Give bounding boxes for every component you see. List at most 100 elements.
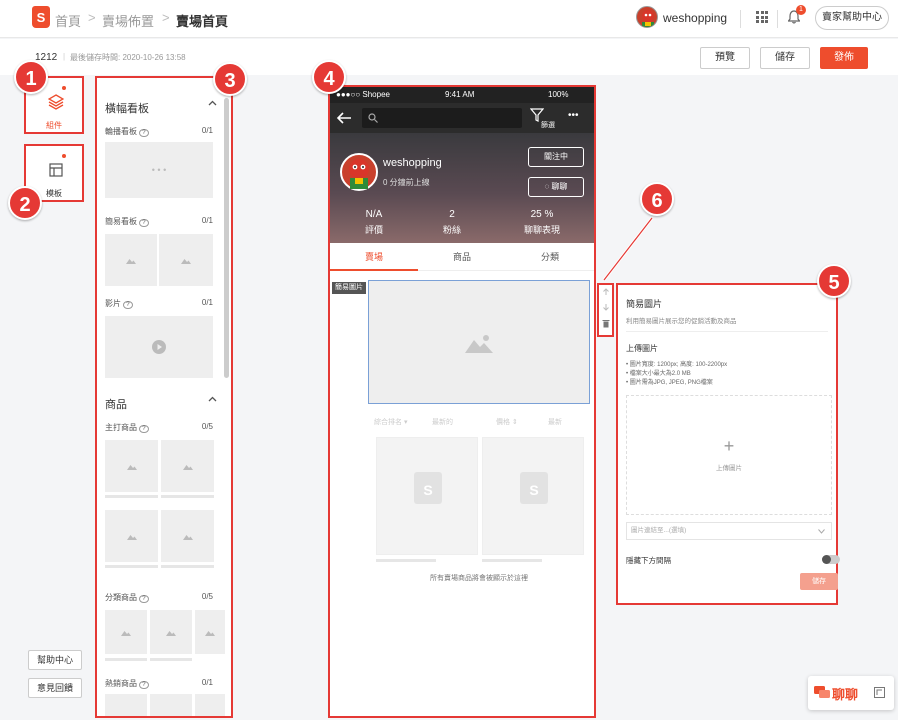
help-icon[interactable]: ? <box>139 219 149 227</box>
shop-name: weshopping <box>383 157 442 169</box>
save-button[interactable]: 儲存 <box>760 47 810 69</box>
simple-image-component[interactable] <box>368 280 590 404</box>
help-icon[interactable]: ? <box>139 425 149 433</box>
component-count: 0/1 <box>201 126 213 135</box>
breadcrumb-home[interactable]: 首頁 <box>55 11 81 30</box>
publish-button[interactable]: 發佈 <box>820 47 868 69</box>
feedback-button[interactable]: 意見回饋 <box>28 678 82 698</box>
component-simple-thumb[interactable] <box>105 234 157 286</box>
notification-badge: 1 <box>796 5 806 15</box>
move-down-icon[interactable] <box>602 303 610 311</box>
component-category-thumb[interactable] <box>105 610 147 654</box>
sort-latest[interactable]: 最新的 <box>432 417 453 427</box>
expand-window-icon[interactable] <box>874 687 885 698</box>
shop-mascot-icon <box>349 159 369 189</box>
chat-button-label: 聊聊 <box>551 182 568 191</box>
component-featured-label: 主打商品 ? <box>105 422 149 433</box>
component-bestseller-thumb[interactable] <box>195 694 225 716</box>
placeholder-line <box>105 565 158 568</box>
breadcrumb-separator: > <box>88 10 96 25</box>
new-dot <box>62 154 66 158</box>
image-icon <box>121 631 131 636</box>
component-featured-thumb[interactable] <box>105 440 158 492</box>
callout-2: 2 <box>8 186 42 220</box>
component-category-thumb[interactable] <box>150 610 192 654</box>
component-count: 0/5 <box>201 422 213 431</box>
image-link-select[interactable]: 圖片連結至...(選填) <box>626 522 832 540</box>
chevron-up-icon[interactable] <box>208 396 217 402</box>
upload-spec: • 檔案大小最大為2.0 MB <box>626 371 691 377</box>
breadcrumb-shop-decoration[interactable]: 賣場佈置 <box>102 11 154 30</box>
callout-4: 4 <box>312 60 346 94</box>
template-icon <box>49 163 63 177</box>
component-tools <box>597 283 614 337</box>
more-icon[interactable]: ••• <box>568 110 579 121</box>
chat-widget[interactable]: 聊聊 <box>808 676 894 710</box>
last-saved-time: 最後儲存時間: 2020-10-26 13:58 <box>70 53 186 62</box>
component-video-label: 影片 ? <box>105 298 133 309</box>
component-simple-thumb[interactable] <box>159 234 213 286</box>
upload-hint: 上傳圖片 <box>716 465 742 472</box>
seller-help-center-button[interactable]: 賣家幫助中心 <box>815 6 889 30</box>
stat-label: 聊聊表現 <box>523 225 560 235</box>
section-products-title: 商品 <box>105 399 127 411</box>
component-featured-thumb[interactable] <box>161 440 214 492</box>
image-icon <box>166 631 176 636</box>
username[interactable]: weshopping <box>663 11 727 25</box>
help-icon[interactable]: ? <box>139 681 149 689</box>
help-icon[interactable]: ? <box>139 595 149 603</box>
back-arrow-icon[interactable] <box>336 111 352 125</box>
hide-divider-toggle[interactable] <box>822 555 840 564</box>
component-category-thumb[interactable] <box>195 610 225 654</box>
component-bestseller-thumb[interactable] <box>105 694 147 716</box>
follow-button[interactable]: 關注中 <box>528 147 584 167</box>
new-dot <box>62 86 66 90</box>
sort-newest[interactable]: 最新 <box>548 417 562 427</box>
component-tag: 簡易圖片 <box>332 282 366 294</box>
shopee-bag-icon: S <box>414 472 442 504</box>
divider <box>740 10 741 28</box>
component-featured-thumb[interactable] <box>105 510 158 562</box>
user-avatar[interactable] <box>636 6 658 28</box>
help-icon[interactable]: ? <box>139 129 149 137</box>
sort-relevance[interactable]: 綜合排名 ▾ <box>374 417 407 427</box>
move-up-icon[interactable] <box>602 288 610 296</box>
component-save-button[interactable]: 儲存 <box>800 573 838 590</box>
placeholder-line <box>105 495 158 498</box>
tab-products[interactable]: 商品 <box>418 243 506 271</box>
image-icon <box>181 259 191 264</box>
filter-label: 篩選 <box>541 122 555 129</box>
image-upload-area[interactable]: + 上傳圖片 <box>626 395 832 515</box>
callout-3: 3 <box>213 62 247 96</box>
trash-icon[interactable] <box>602 319 610 328</box>
image-icon <box>182 535 193 540</box>
component-featured-thumb[interactable] <box>161 510 214 562</box>
product-placeholder: S <box>376 437 478 555</box>
component-bestseller-thumb[interactable] <box>150 694 192 716</box>
stat-label: 粉絲 <box>442 225 461 235</box>
placeholder-line <box>376 559 436 562</box>
apps-grid-icon[interactable] <box>756 11 768 23</box>
component-carousel-thumb[interactable]: • • • <box>105 142 213 198</box>
image-link-placeholder: 圖片連結至...(選填) <box>631 527 687 534</box>
shop-search-input[interactable] <box>362 108 522 128</box>
shopee-logo-icon[interactable]: S <box>32 6 50 28</box>
help-icon[interactable]: ? <box>123 301 133 309</box>
panel-scrollbar[interactable] <box>224 98 229 378</box>
chevron-up-icon[interactable] <box>208 100 217 106</box>
tab-shop[interactable]: 賣場 <box>330 243 418 271</box>
component-video-thumb[interactable] <box>105 316 213 378</box>
tab-categories[interactable]: 分類 <box>506 243 594 271</box>
stat-value: 25 % <box>530 209 554 220</box>
preview-button[interactable]: 預覽 <box>700 47 750 69</box>
component-count: 0/1 <box>201 678 213 687</box>
section-banner-title: 橫幅看板 <box>105 103 149 115</box>
settings-title: 簡易圖片 <box>626 299 663 309</box>
help-center-button[interactable]: 幫助中心 <box>28 650 82 670</box>
image-icon <box>126 535 137 540</box>
sort-price[interactable]: 價格 ⇕ <box>496 417 518 427</box>
settings-description: 利用簡易圖片展示您的促銷活動及商品 <box>626 318 737 325</box>
chevron-down-icon <box>818 529 825 534</box>
chat-button[interactable]: ◌ 聊聊 <box>528 177 584 197</box>
image-icon <box>126 259 136 264</box>
